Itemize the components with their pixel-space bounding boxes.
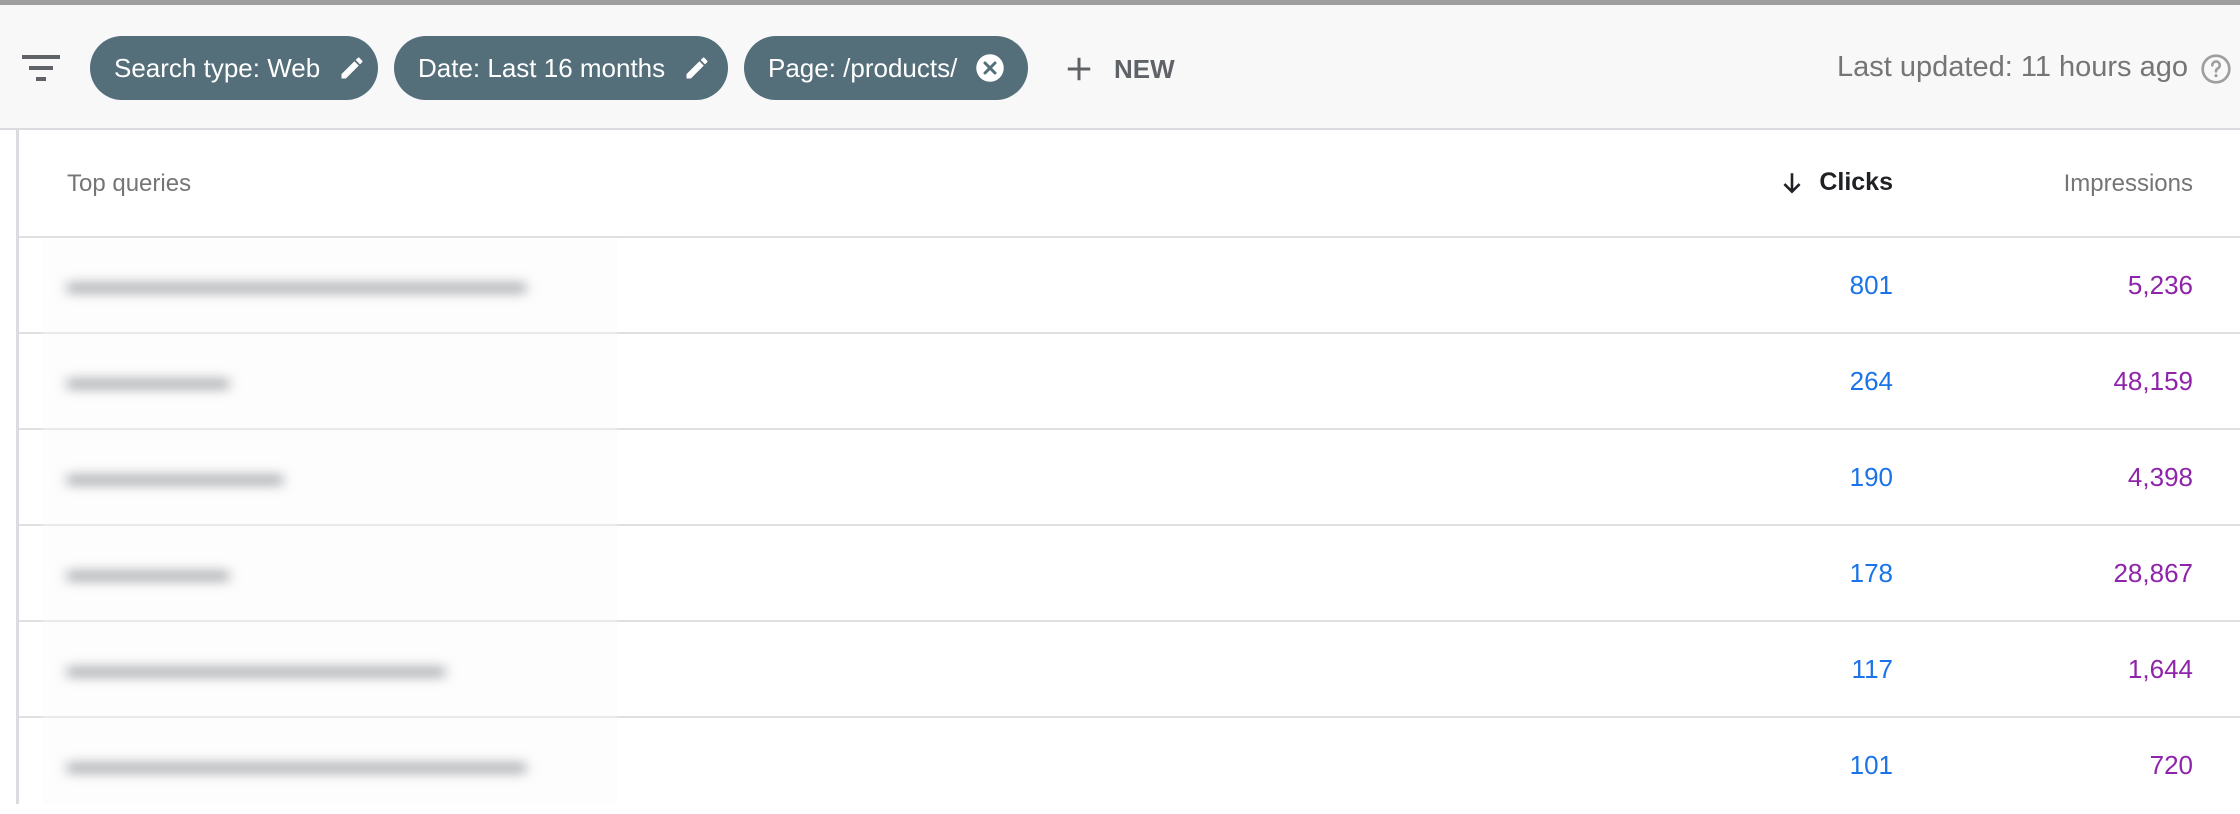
queries-table: Top queries Clicks Impressions ▬▬▬▬▬▬▬▬▬… <box>16 130 2240 804</box>
chip-label: Page: /products/ <box>768 52 958 83</box>
filter-list-icon[interactable] <box>22 53 60 83</box>
impressions-cell: 720 <box>2149 750 2193 780</box>
clicks-header-label: Clicks <box>1819 168 1893 196</box>
table-row[interactable]: ▬▬▬▬▬▬▬▬▬▬▬▬▬▬▬▬▬ 801 5,236 <box>19 238 2240 334</box>
filter-chip-search-type[interactable]: Search type: Web <box>90 36 378 100</box>
table-row[interactable]: ▬▬▬▬▬▬▬▬ 190 4,398 <box>19 430 2240 526</box>
query-cell-redacted: ▬▬▬▬▬▬▬▬▬▬▬▬▬▬▬▬▬ <box>67 748 526 778</box>
table-row[interactable]: ▬▬▬▬▬▬▬▬▬▬▬▬▬▬ 117 1,644 <box>19 622 2240 718</box>
help-circle-icon[interactable] <box>2200 53 2232 85</box>
filter-chip-page[interactable]: Page: /products/ <box>744 36 1028 100</box>
column-header-top-queries[interactable]: Top queries <box>67 170 191 198</box>
impressions-cell: 48,159 <box>2113 366 2193 396</box>
query-cell-redacted: ▬▬▬▬▬▬▬▬▬▬▬▬▬▬ <box>67 652 445 682</box>
filter-toolbar: Search type: Web Date: Last 16 months Pa… <box>0 0 2240 130</box>
impressions-cell: 5,236 <box>2127 270 2193 300</box>
close-circle-icon[interactable] <box>975 53 1005 83</box>
clicks-cell: 117 <box>1851 654 1893 684</box>
table-row[interactable]: ▬▬▬▬▬▬ 178 28,867 <box>19 526 2240 622</box>
chip-label: Date: Last 16 months <box>418 52 666 83</box>
query-cell-redacted: ▬▬▬▬▬▬ <box>67 556 229 586</box>
column-header-impressions[interactable]: Impressions <box>2064 170 2193 198</box>
last-updated-text: Last updated: 11 hours ago <box>1837 51 2188 83</box>
new-button-label: NEW <box>1114 53 1175 84</box>
new-filter-button[interactable]: NEW <box>1064 45 1175 93</box>
edit-pencil-icon[interactable] <box>338 54 366 82</box>
table-row[interactable]: ▬▬▬▬▬▬ 264 48,159 <box>19 334 2240 430</box>
clicks-cell: 264 <box>1849 366 1893 396</box>
table-row[interactable]: ▬▬▬▬▬▬▬▬▬▬▬▬▬▬▬▬▬ 101 720 <box>19 718 2240 814</box>
clicks-cell: 190 <box>1849 462 1893 492</box>
chip-label: Search type: Web <box>114 52 321 83</box>
query-cell-redacted: ▬▬▬▬▬▬▬▬ <box>67 460 283 490</box>
impressions-cell: 4,398 <box>2127 462 2193 492</box>
query-cell-redacted: ▬▬▬▬▬▬ <box>67 364 229 394</box>
clicks-cell: 801 <box>1849 270 1893 300</box>
arrow-down-icon <box>1783 172 1801 194</box>
column-header-clicks[interactable]: Clicks <box>1779 168 1893 197</box>
impressions-cell: 28,867 <box>2113 558 2193 588</box>
query-cell-redacted: ▬▬▬▬▬▬▬▬▬▬▬▬▬▬▬▬▬ <box>67 268 526 298</box>
edit-pencil-icon[interactable] <box>683 54 711 82</box>
filter-chip-date[interactable]: Date: Last 16 months <box>394 36 728 100</box>
clicks-cell: 178 <box>1849 558 1893 588</box>
clicks-cell: 101 <box>1849 750 1893 780</box>
table-header: Top queries Clicks Impressions <box>19 130 2240 238</box>
plus-icon <box>1067 57 1091 81</box>
table-body: ▬▬▬▬▬▬▬▬▬▬▬▬▬▬▬▬▬ 801 5,236 ▬▬▬▬▬▬ 264 4… <box>19 238 2240 814</box>
impressions-cell: 1,644 <box>2127 654 2193 684</box>
